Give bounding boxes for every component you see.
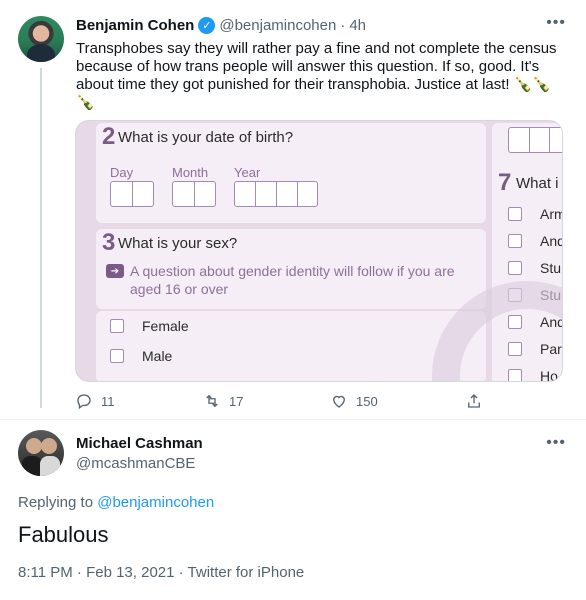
retweet-icon <box>206 394 218 408</box>
author-name[interactable]: Michael Cashman <box>76 435 203 452</box>
retweet-button[interactable]: 17 <box>203 392 243 410</box>
replying-to-link[interactable]: @benjamincohen <box>97 494 214 511</box>
heart-icon <box>333 395 345 408</box>
author-handle[interactable]: @mcashmanCBE <box>76 455 195 472</box>
year-label: Year <box>234 165 261 180</box>
tweet-actions: 11 17 150 <box>75 392 495 412</box>
replying-to-line: Replying to @benjamincohen <box>18 494 214 511</box>
female-checkbox <box>110 319 124 333</box>
tweet-header: Benjamin Cohen ✓ @benjamincohen · 4h <box>76 17 366 34</box>
verified-badge-icon: ✓ <box>198 17 216 34</box>
month-field <box>172 181 216 207</box>
arrow-right-icon: ➔ <box>106 264 124 278</box>
avatar[interactable] <box>18 16 64 62</box>
q3-text: What is your sex? <box>118 235 238 252</box>
reply-count: 11 <box>101 393 115 409</box>
tweet-text: Transphobes say they will rather pay a f… <box>76 40 557 111</box>
q7-checkbox <box>508 234 522 248</box>
original-tweet[interactable]: Benjamin Cohen ✓ @benjamincohen · 4h •••… <box>0 0 586 420</box>
replying-prefix: Replying to <box>18 494 94 511</box>
q7-option: And <box>540 233 563 249</box>
q7-checkbox <box>508 261 522 275</box>
q7-checkbox <box>508 207 522 221</box>
separator-dot: · <box>340 17 346 34</box>
right-field <box>508 127 562 153</box>
q3-note: A question about gender identity will fo… <box>130 263 455 297</box>
retweet-count: 17 <box>229 393 244 409</box>
reply-button[interactable]: 11 <box>75 392 115 410</box>
reply-icon <box>77 394 91 410</box>
like-count: 150 <box>356 393 378 409</box>
month-label: Month <box>172 165 209 180</box>
share-icon <box>468 394 480 408</box>
avatar[interactable] <box>18 430 64 476</box>
q7-text: What i <box>516 175 559 192</box>
q3-number: 3 <box>102 229 116 256</box>
female-label: Female <box>142 318 189 334</box>
more-options-icon[interactable]: ••• <box>546 14 566 32</box>
reply-text: Fabulous <box>18 522 109 547</box>
q7-number: 7 <box>498 169 512 196</box>
q7-option: Arm <box>540 206 562 222</box>
more-options-icon[interactable]: ••• <box>546 434 566 452</box>
day-field <box>110 181 154 207</box>
author-name[interactable]: Benjamin Cohen <box>76 17 194 34</box>
tweet-media-image[interactable]: 2 What is your date of birth? Day Month … <box>75 120 563 382</box>
author-handle[interactable]: @benjamincohen <box>219 17 336 34</box>
q7-option: Stu <box>540 260 562 276</box>
reply-timestamp[interactable]: 8:11 PM · Feb 13, 2021 · Twitter for iPh… <box>18 564 304 581</box>
day-label: Day <box>110 165 134 180</box>
tweet-timestamp[interactable]: 4h <box>349 17 366 34</box>
share-button[interactable] <box>465 392 483 410</box>
male-checkbox <box>110 349 124 363</box>
like-button[interactable]: 150 <box>330 392 378 410</box>
q2-text: What is your date of birth? <box>118 129 294 146</box>
year-field <box>234 181 318 207</box>
q2-number: 2 <box>102 123 116 150</box>
male-label: Male <box>142 348 173 364</box>
